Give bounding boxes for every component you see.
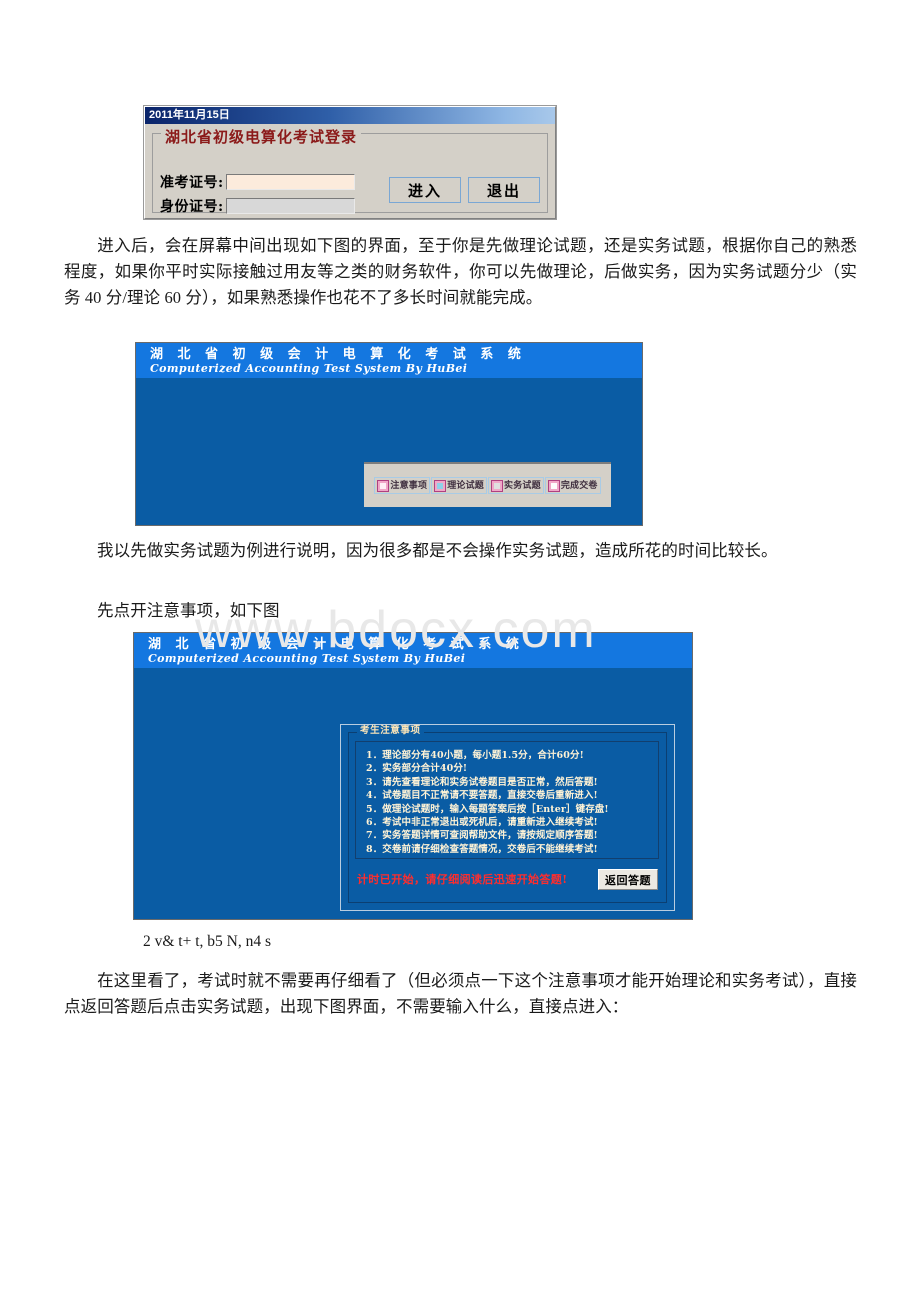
login-dialog-body: 湖北省初级电算化考试登录 准考证号: 身份证号: 进入 退出 — [145, 124, 555, 218]
exam-window-header-2: 湖 北 省 初 级 会 计 电 算 化 考 试 系 统 Computerized… — [134, 633, 692, 668]
toolbar-button-theory[interactable]: 理论试题 — [431, 477, 487, 494]
paragraph-3-text: 先点开注意事项，如下图 — [97, 601, 280, 620]
toolbar-label-theory: 理论试题 — [447, 480, 484, 491]
paragraph-2: 我以先做实务试题为例进行说明，因为很多都是不会操作实务试题，造成所花的时间比较长… — [64, 538, 857, 564]
list-item: 2．实务部分合计40分! — [366, 763, 468, 775]
notice-fieldset: 1．理论部分有40小题，每小题1.5分，合计60分! 2．实务部分合计40分! … — [355, 741, 659, 859]
login-group-legend: 湖北省初级电算化考试登录 — [161, 129, 362, 145]
id-number-row: 身份证号: — [160, 196, 355, 216]
list-item: 1．理论部分有40小题，每小题1.5分，合计60分! — [366, 750, 584, 761]
exam-title-english-2: Computerized Accounting Test System By H… — [148, 652, 466, 665]
list-item: 4．试卷题目不正常请不要答题，直接交卷后重新进入! — [366, 790, 598, 802]
list-item: 8．交卷前请仔细检查答题情况，交卷后不能继续考试! — [366, 843, 598, 855]
exit-button[interactable]: 退出 — [468, 177, 540, 203]
toolbar-label-submit: 完成交卷 — [560, 480, 598, 491]
id-number-label: 身份证号: — [160, 199, 224, 215]
login-titlebar: 2011年11月15日 — [145, 107, 555, 124]
list-item: 5．做理论试题时，输入每题答案后按［Enter］键存盘! — [366, 803, 609, 815]
notice-icon — [377, 479, 390, 492]
list-item: 6．考试中非正常退出或死机后，请重新进入继续考试! — [366, 817, 598, 829]
submit-icon — [547, 479, 560, 492]
toolbar-label-notice: 注意事项 — [390, 480, 428, 491]
paragraph-1-text: 进入后，会在屏幕中间出现如下图的界面，至于你是先做理论试题，还是实务试题，根据你… — [64, 236, 857, 307]
paragraph-3: 先点开注意事项，如下图 — [64, 598, 857, 624]
paragraph-5: 在这里看了，考试时就不需要再仔细看了（但必须点一下这个注意事项才能开始理论和实务… — [64, 968, 857, 1020]
toolbar-button-practice[interactable]: 实务试题 — [488, 477, 544, 494]
toolbar-button-notice[interactable]: 注意事项 — [374, 477, 431, 494]
notice-legend: 考生注意事项 — [357, 725, 424, 736]
toolbar-button-submit[interactable]: 完成交卷 — [544, 477, 601, 494]
toolbar-label-practice: 实务试题 — [504, 480, 541, 491]
exam-title-english: Computerized Accounting Test System By H… — [150, 362, 468, 375]
exam-toolbar-group: 注意事项 理论试题 实务试题 完成交卷 — [374, 477, 601, 494]
exam-window-header: 湖 北 省 初 级 会 计 电 算 化 考 试 系 统 Computerized… — [136, 343, 642, 378]
notice-warning-text: 计时已开始，请仔细阅读后迅速开始答题! — [357, 873, 568, 886]
enter-button[interactable]: 进入 — [389, 177, 461, 203]
notice-footer: 计时已开始，请仔细阅读后迅速开始答题! 返回答题 — [357, 869, 658, 890]
exam-number-label: 准考证号: — [160, 175, 224, 191]
theory-icon — [434, 479, 447, 492]
titlebar-date: 2011年11月15日 — [149, 109, 230, 121]
paragraph-4: 2 v& t+ t, b5 N, n4 s — [143, 933, 272, 950]
exam-toolbar-panel: 注意事项 理论试题 实务试题 完成交卷 — [364, 462, 611, 507]
list-item: 3．请先查看理论和实务试卷题目是否正常，然后答题! — [366, 776, 598, 788]
notice-dialog-inner: 1．理论部分有40小题，每小题1.5分，合计60分! 2．实务部分合计40分! … — [348, 725, 667, 903]
exam-title-chinese-2: 湖 北 省 初 级 会 计 电 算 化 考 试 系 统 — [148, 637, 524, 652]
exam-number-input[interactable] — [225, 174, 355, 190]
paragraph-5-text: 在这里看了，考试时就不需要再仔细看了（但必须点一下这个注意事项才能开始理论和实务… — [64, 971, 857, 1016]
practice-icon — [491, 479, 503, 492]
exam-title-chinese: 湖 北 省 初 级 会 计 电 算 化 考 试 系 统 — [150, 347, 526, 362]
id-number-input[interactable] — [225, 198, 355, 214]
notice-item-list: 1．理论部分有40小题，每小题1.5分，合计60分! 2．实务部分合计40分! … — [356, 742, 658, 856]
return-to-exam-button[interactable]: 返回答题 — [598, 869, 658, 890]
exam-number-row: 准考证号: — [160, 172, 355, 192]
notice-dialog: 1．理论部分有40小题，每小题1.5分，合计60分! 2．实务部分合计40分! … — [340, 724, 675, 911]
paragraph-1: 进入后，会在屏幕中间出现如下图的界面，至于你是先做理论试题，还是实务试题，根据你… — [64, 233, 857, 311]
list-item: 7．实务答题详情可查阅帮助文件，请按规定顺序答题! — [366, 830, 598, 842]
document-page: 2011年11月15日 湖北省初级电算化考试登录 准考证号: 身份证号: 进入 … — [0, 0, 920, 1302]
paragraph-2-text: 我以先做实务试题为例进行说明，因为很多都是不会操作实务试题，造成所花的时间比较长… — [97, 541, 778, 560]
login-dialog-window: 2011年11月15日 湖北省初级电算化考试登录 准考证号: 身份证号: 进入 … — [144, 106, 556, 219]
